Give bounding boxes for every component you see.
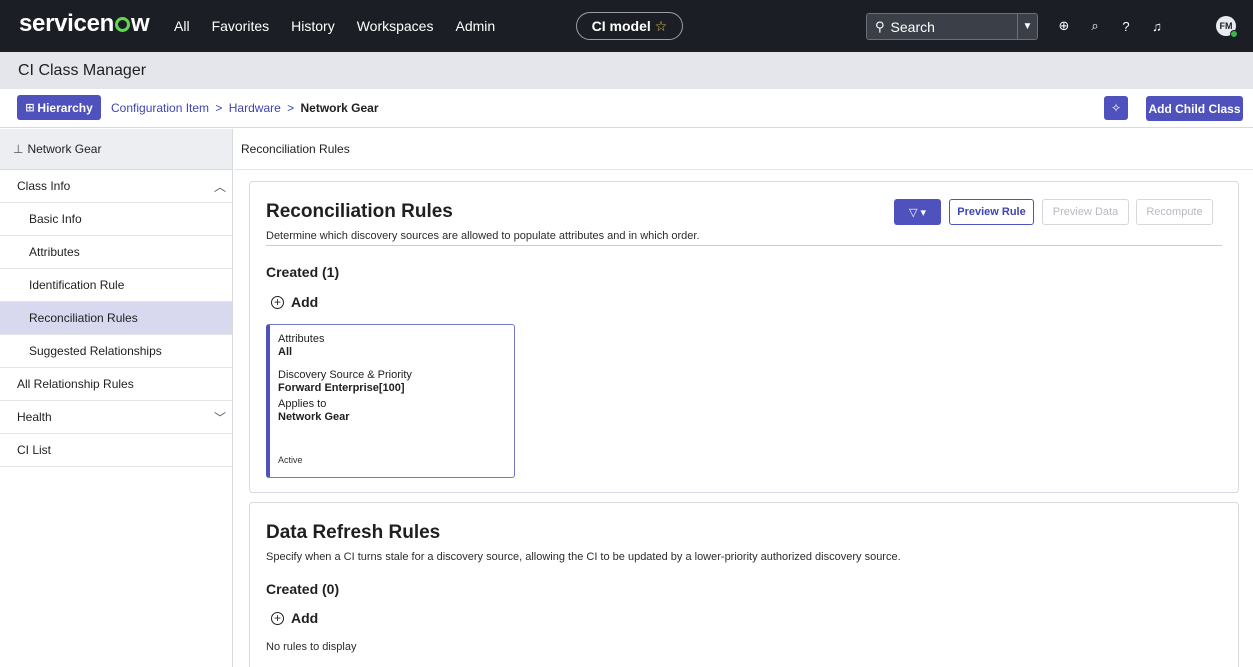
rule-applies-label: Applies to [278,398,327,410]
nav-menu: All Favorites History Workspaces Admin [174,0,517,52]
add-rule-button[interactable]: + Add [271,610,318,626]
logo-o-mark [115,17,131,32]
servicenow-logo[interactable]: servicen w [19,10,150,38]
sidebar-item-suggested-relationships[interactable]: Suggested Relationships [0,335,232,368]
recompute-button[interactable]: Recompute [1136,199,1213,225]
help-icon[interactable]: ? [1114,19,1138,34]
favorite-star-icon[interactable]: ☆ [655,18,668,35]
notifications-bell-icon[interactable]: ♫ [1145,19,1169,34]
empty-state-text: No rules to display [266,641,357,653]
sidebar-item-health[interactable]: Health ﹀ [0,401,232,434]
context-pill[interactable]: CI model ☆ [576,12,683,40]
panel-description: Specify when a CI turns stale for a disc… [266,551,901,563]
sidebar-item-label: All Relationship Rules [17,377,134,391]
sidebar-item-all-relationship-rules[interactable]: All Relationship Rules [0,368,232,401]
rule-attributes-label: Attributes [278,333,325,345]
filter-icon: ▽ [908,206,918,219]
rule-status: Active [278,455,303,465]
add-label: Add [291,610,319,626]
sidebar-item-label: Suggested Relationships [29,344,162,358]
sidebar-item-label: Reconciliation Rules [29,311,138,325]
main-section-header: Reconciliation Rules [234,129,1253,170]
hierarchy-button[interactable]: ⊞ Hierarchy [17,95,101,120]
sidebar-header-label: Network Gear [27,142,102,156]
preview-data-button[interactable]: Preview Data [1042,199,1129,225]
search-scope-dropdown[interactable]: ▼ [1017,14,1037,39]
app-title-bar: CI Class Manager [0,52,1253,89]
avatar-initials: FM [1219,21,1233,31]
chevron-up-icon[interactable]: ︿ [214,178,226,195]
logo-text-post: w [131,10,150,37]
add-rule-button[interactable]: + Add [271,294,318,310]
rule-attributes-value: All [278,346,293,358]
chat-icon[interactable]: ⌕ [1083,18,1107,34]
created-count: Created (1) [266,264,340,280]
sidebar-item-basic-info[interactable]: Basic Info [0,203,232,236]
reconciliation-rules-panel: Reconciliation Rules Determine which dis… [249,181,1239,493]
sidebar-item-label: Class Info [17,179,71,193]
hierarchy-icon: ⊞ [25,102,35,114]
nav-all[interactable]: All [174,18,190,34]
rule-source-label: Discovery Source & Priority [278,369,412,381]
breadcrumb-hardware[interactable]: Hardware [229,101,281,115]
breadcrumb-configuration-item[interactable]: Configuration Item [111,101,209,115]
sidebar-item-label: Health [17,410,52,424]
nav-favorites[interactable]: Favorites [212,18,270,34]
sidebar-item-reconciliation-rules[interactable]: Reconciliation Rules [0,302,232,335]
panel-title: Reconciliation Rules [266,201,453,222]
sidebar-item-label: Identification Rule [29,278,125,292]
context-pill-label: CI model [591,18,651,34]
sidebar-item-ci-list[interactable]: CI List [0,434,232,467]
nav-history[interactable]: History [291,18,335,34]
sidebar-item-class-info[interactable]: Class Info ︿ [0,170,232,203]
sidebar-item-attributes[interactable]: Attributes [0,236,232,269]
nav-icon-group: ⊕ ⌕ ? ♫ [1052,0,1176,52]
sidebar-item-label: CI List [17,443,52,457]
data-refresh-rules-panel: Data Refresh Rules Specify when a CI tur… [249,502,1239,667]
hierarchy-label: Hierarchy [37,100,93,115]
class-sidebar: ⊥ Network Gear Class Info ︿ Basic Info A… [0,129,233,667]
filter-dropdown-icon: ▾ [920,206,927,219]
logo-text-pre: servicen [19,10,115,37]
global-search[interactable]: ⚲ Search ▼ [866,13,1038,40]
breadcrumb: Configuration Item > Hardware > Network … [111,101,379,115]
search-icon: ⚲ [875,18,885,34]
globe-icon[interactable]: ⊕ [1052,18,1076,34]
app-title: CI Class Manager [18,61,147,79]
pin-icon: ✧ [1110,101,1122,115]
sidebar-item-identification-rule[interactable]: Identification Rule [0,269,232,302]
network-gear-icon: ⊥ [13,142,24,156]
sidebar-item-label: Attributes [29,245,80,259]
nav-workspaces[interactable]: Workspaces [357,18,434,34]
preview-rule-button[interactable]: Preview Rule [949,199,1034,225]
filter-button[interactable]: ▽ ▾ [894,199,941,225]
user-avatar[interactable]: FM [1216,16,1238,38]
pin-button[interactable]: ✧ [1104,96,1128,120]
add-label: Add [291,294,319,310]
nav-admin[interactable]: Admin [455,18,495,34]
rule-source-value: Forward Enterprise[100] [278,382,405,394]
breadcrumb-separator: > [215,101,223,115]
online-status-dot [1230,30,1238,38]
search-label: Search [890,18,935,35]
breadcrumb-toolbar: ⊞ Hierarchy Configuration Item > Hardwar… [0,89,1253,128]
panel-description: Determine which discovery sources are al… [266,230,700,242]
chevron-down-icon[interactable]: ﹀ [214,409,226,426]
top-navigation-bar: servicen w All Favorites History Workspac… [0,0,1253,52]
rule-applies-value: Network Gear [278,411,350,423]
sidebar-item-label: Basic Info [29,212,82,226]
panel-divider [266,245,1222,246]
breadcrumb-separator: > [287,101,295,115]
created-count: Created (0) [266,581,340,597]
add-circle-icon: + [271,295,284,309]
add-circle-icon: + [271,611,284,625]
sidebar-header: ⊥ Network Gear [0,129,232,170]
panel-title: Data Refresh Rules [266,522,441,543]
main-section-title: Reconciliation Rules [241,142,350,156]
breadcrumb-current: Network Gear [300,101,379,115]
add-child-class-button[interactable]: Add Child Class [1146,96,1243,121]
rule-card[interactable]: Attributes All Discovery Source & Priori… [266,324,515,478]
